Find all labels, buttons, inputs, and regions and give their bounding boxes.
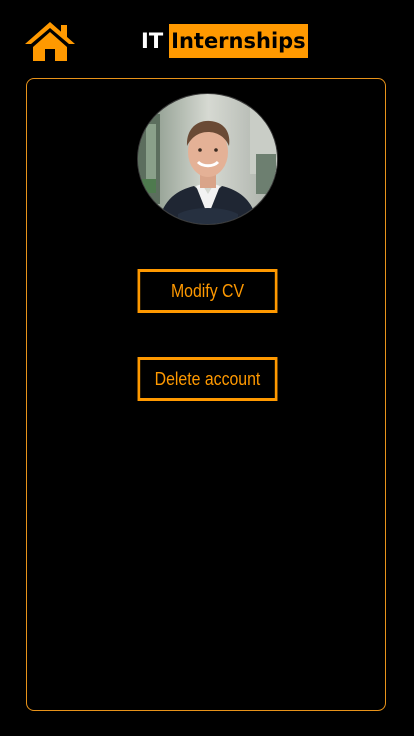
home-button[interactable] [24, 20, 76, 62]
avatar [137, 93, 278, 225]
logo-prefix: IT [141, 29, 164, 53]
app-logo: IT Internships [141, 24, 308, 58]
modify-cv-button[interactable]: Modify CV [137, 269, 278, 313]
app-header: IT Internships [0, 0, 414, 78]
home-icon [24, 20, 76, 62]
logo-highlight: Internships [169, 24, 308, 58]
profile-card: Modify CV Delete account [26, 78, 386, 711]
delete-account-button[interactable]: Delete account [137, 357, 278, 401]
